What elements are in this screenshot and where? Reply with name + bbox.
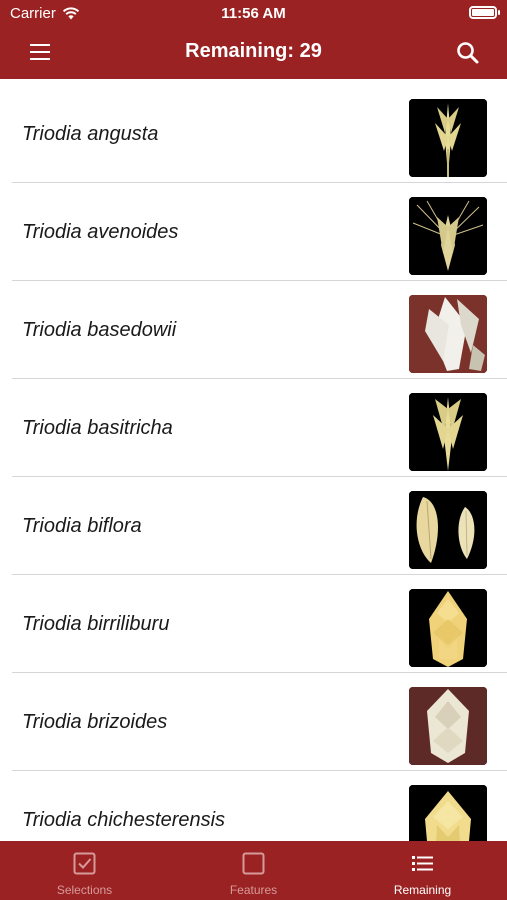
tab-label: Selections bbox=[56, 883, 113, 897]
species-thumbnail bbox=[409, 589, 487, 667]
species-name: Triodia basedowii bbox=[22, 319, 177, 341]
tab-label: Features bbox=[229, 883, 278, 897]
tab-selections[interactable]: Selections bbox=[0, 841, 169, 900]
status-bar: Carrier 11:56 AM bbox=[0, 0, 507, 28]
species-name: Triodia birriliburu bbox=[22, 613, 170, 635]
page-title: Remaining: 29 bbox=[185, 40, 322, 62]
list-item[interactable]: Triodia biflora bbox=[0, 477, 507, 575]
battery-icon bbox=[469, 6, 500, 19]
checkbox-checked-icon bbox=[73, 852, 96, 875]
species-name: Triodia biflora bbox=[22, 515, 142, 537]
search-button[interactable] bbox=[455, 40, 481, 66]
checkbox-empty-icon bbox=[242, 852, 265, 875]
list-item[interactable]: Triodia birriliburu bbox=[0, 575, 507, 673]
list-item[interactable]: Triodia brizoides bbox=[0, 673, 507, 771]
search-icon bbox=[457, 42, 479, 64]
species-list[interactable]: Triodia angusta Triodia avenoides Triodi… bbox=[0, 79, 507, 841]
species-thumbnail bbox=[409, 197, 487, 275]
species-name: Triodia basitricha bbox=[22, 417, 173, 439]
tab-features[interactable]: Features bbox=[169, 841, 338, 900]
list-item[interactable]: Triodia chichesterensis bbox=[0, 771, 507, 841]
list-item[interactable]: Triodia basitricha bbox=[0, 379, 507, 477]
navigation-bar: Remaining: 29 bbox=[0, 28, 507, 79]
tab-label: Remaining bbox=[393, 883, 452, 897]
list-icon bbox=[412, 856, 433, 871]
species-thumbnail bbox=[409, 99, 487, 177]
species-thumbnail bbox=[409, 393, 487, 471]
species-thumbnail bbox=[409, 687, 487, 765]
species-thumbnail bbox=[409, 491, 487, 569]
status-time: 11:56 AM bbox=[221, 5, 286, 22]
species-name: Triodia chichesterensis bbox=[22, 809, 226, 831]
species-name: Triodia angusta bbox=[22, 123, 159, 145]
species-name: Triodia brizoides bbox=[22, 711, 168, 733]
tab-remaining[interactable]: Remaining bbox=[338, 841, 507, 900]
list-item[interactable]: Triodia avenoides bbox=[0, 183, 507, 281]
species-thumbnail bbox=[409, 785, 487, 841]
species-thumbnail bbox=[409, 295, 487, 373]
species-name: Triodia avenoides bbox=[22, 221, 179, 243]
list-item[interactable]: Triodia angusta bbox=[0, 85, 507, 183]
list-item[interactable]: Triodia basedowii bbox=[0, 281, 507, 379]
tab-bar: Selections Features Remaining bbox=[0, 841, 507, 900]
